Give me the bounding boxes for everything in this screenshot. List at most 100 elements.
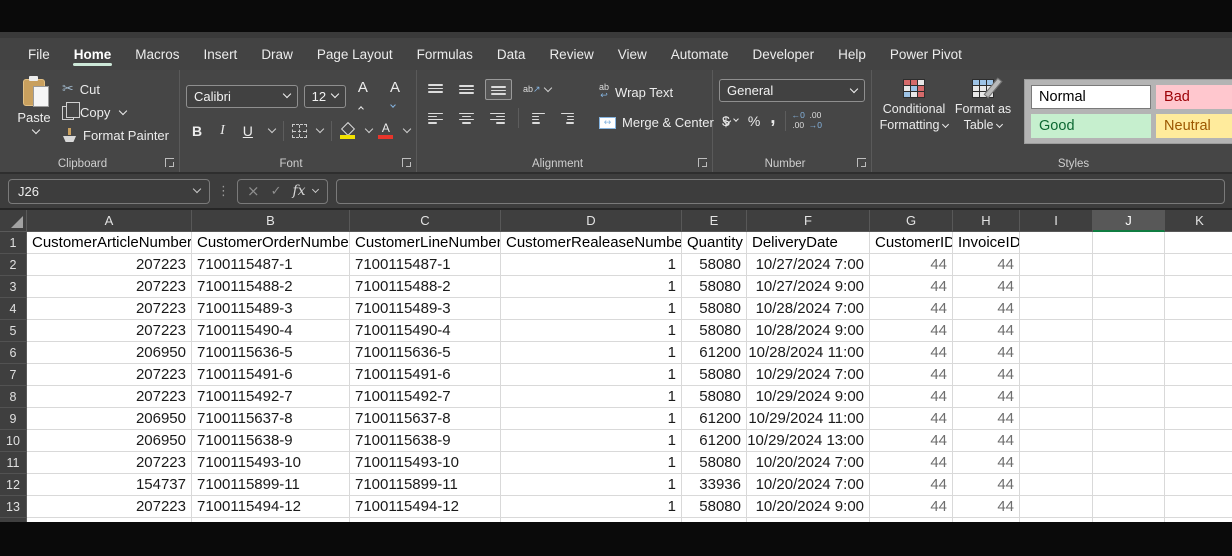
cell-I5[interactable] <box>1020 320 1093 342</box>
cell-B1[interactable]: CustomerOrderNumber <box>192 232 350 254</box>
number-format-select[interactable]: General <box>719 79 865 102</box>
excel-logo-icon[interactable]: X <box>14 8 33 27</box>
row-header-6[interactable]: 6 <box>0 342 27 364</box>
cell-A5[interactable]: 207223 <box>27 320 192 342</box>
cell-I1[interactable] <box>1020 232 1093 254</box>
cell-J7[interactable] <box>1093 364 1165 386</box>
cell-G11[interactable]: 44 <box>870 452 953 474</box>
cell-I8[interactable] <box>1020 386 1093 408</box>
cell-A1[interactable]: CustomerArticleNumber <box>27 232 192 254</box>
menu-tab-help[interactable]: Help <box>826 41 878 68</box>
copy-dropdown-chevron-icon[interactable] <box>119 106 127 114</box>
cell-A12[interactable]: 154737 <box>27 474 192 496</box>
cell-J12[interactable] <box>1093 474 1165 496</box>
cell-G[interactable] <box>870 540 953 556</box>
cell-D4[interactable]: 1 <box>501 298 682 320</box>
cell-H8[interactable]: 44 <box>953 386 1020 408</box>
increase-indent-button[interactable] <box>556 109 579 128</box>
cell-F[interactable] <box>747 540 870 556</box>
row-header-8[interactable]: 8 <box>0 386 27 408</box>
cell-D3[interactable]: 1 <box>501 276 682 298</box>
row-header-10[interactable]: 10 <box>0 430 27 452</box>
paste-dropdown-chevron-icon[interactable] <box>32 126 40 134</box>
cell-C9[interactable]: 7100115637-8 <box>350 408 501 430</box>
decrease-indent-button[interactable] <box>527 109 550 128</box>
cell-E9[interactable]: 61200 <box>682 408 747 430</box>
decrease-font-size-button[interactable]: A <box>384 79 410 113</box>
cell-F2[interactable]: 10/27/2024 7:00 <box>747 254 870 276</box>
cell-I6[interactable] <box>1020 342 1093 364</box>
row-header-9[interactable]: 9 <box>0 408 27 430</box>
cell-G3[interactable]: 44 <box>870 276 953 298</box>
cell-C3[interactable]: 7100115488-2 <box>350 276 501 298</box>
cell-D8[interactable]: 1 <box>501 386 682 408</box>
cell-C12[interactable]: 7100115899-11 <box>350 474 501 496</box>
cell-style-neutral[interactable]: Neutral <box>1156 114 1232 138</box>
cell-B5[interactable]: 7100115490-4 <box>192 320 350 342</box>
menu-tab-view[interactable]: View <box>606 41 659 68</box>
cell-I2[interactable] <box>1020 254 1093 276</box>
cell-K14[interactable] <box>1165 518 1232 540</box>
cell-D12[interactable]: 1 <box>501 474 682 496</box>
cell-E12[interactable]: 33936 <box>682 474 747 496</box>
menu-tab-file[interactable]: File <box>16 41 62 68</box>
underline-dropdown-chevron-icon[interactable] <box>268 125 276 133</box>
fx-dropdown-chevron-icon[interactable] <box>312 185 319 192</box>
format-as-table-button[interactable]: Format as Table <box>950 79 1016 133</box>
cell-F11[interactable]: 10/20/2024 7:00 <box>747 452 870 474</box>
menu-tab-data[interactable]: Data <box>485 41 538 68</box>
cell-B11[interactable]: 7100115493-10 <box>192 452 350 474</box>
cell-I7[interactable] <box>1020 364 1093 386</box>
row-header-4[interactable]: 4 <box>0 298 27 320</box>
cell-D[interactable] <box>501 540 682 556</box>
cell-D2[interactable]: 1 <box>501 254 682 276</box>
percent-style-button[interactable]: % <box>745 113 763 129</box>
cell-J1[interactable] <box>1093 232 1165 254</box>
borders-button[interactable] <box>292 124 307 138</box>
font-dialog-launcher[interactable] <box>402 158 411 167</box>
cell-G4[interactable]: 44 <box>870 298 953 320</box>
insert-function-button[interactable]: fx <box>292 183 305 199</box>
cell-style-normal[interactable]: Normal <box>1031 85 1151 109</box>
cell-B7[interactable]: 7100115491-6 <box>192 364 350 386</box>
number-dialog-launcher[interactable] <box>857 158 866 167</box>
column-header-F[interactable]: F <box>747 210 870 232</box>
cell-D6[interactable]: 1 <box>501 342 682 364</box>
cell-K7[interactable] <box>1165 364 1232 386</box>
cell-B13[interactable]: 7100115494-12 <box>192 496 350 518</box>
cell-A14[interactable]: 154737 <box>27 518 192 540</box>
cell-D11[interactable]: 1 <box>501 452 682 474</box>
cell-J2[interactable] <box>1093 254 1165 276</box>
format-painter-button[interactable]: Format Painter <box>58 126 173 145</box>
cell-H7[interactable]: 44 <box>953 364 1020 386</box>
cell-E7[interactable]: 58080 <box>682 364 747 386</box>
cell-K4[interactable] <box>1165 298 1232 320</box>
cell-A7[interactable]: 207223 <box>27 364 192 386</box>
cell-I12[interactable] <box>1020 474 1093 496</box>
cell-H6[interactable]: 44 <box>953 342 1020 364</box>
cell-C7[interactable]: 7100115491-6 <box>350 364 501 386</box>
cell-B14[interactable]: 7100115900-13 <box>192 518 350 540</box>
cell-I14[interactable] <box>1020 518 1093 540</box>
cell-H10[interactable]: 44 <box>953 430 1020 452</box>
cell-E4[interactable]: 58080 <box>682 298 747 320</box>
cell-D7[interactable]: 1 <box>501 364 682 386</box>
cell-I9[interactable] <box>1020 408 1093 430</box>
cell-G10[interactable]: 44 <box>870 430 953 452</box>
cell-D10[interactable]: 1 <box>501 430 682 452</box>
cell-C10[interactable]: 7100115638-9 <box>350 430 501 452</box>
menu-tab-page-layout[interactable]: Page Layout <box>305 41 405 68</box>
orientation-button[interactable]: ab↗ <box>518 82 556 98</box>
cancel-button[interactable]: × <box>247 182 260 200</box>
cell-C2[interactable]: 7100115487-1 <box>350 254 501 276</box>
menu-tab-macros[interactable]: Macros <box>123 41 191 68</box>
cell-F9[interactable]: 10/29/2024 11:00 <box>747 408 870 430</box>
cell-E6[interactable]: 61200 <box>682 342 747 364</box>
cell-C1[interactable]: CustomerLineNumber <box>350 232 501 254</box>
cell-J9[interactable] <box>1093 408 1165 430</box>
column-header-D[interactable]: D <box>501 210 682 232</box>
row-header-13[interactable]: 13 <box>0 496 27 518</box>
align-right-button[interactable] <box>485 109 510 128</box>
row-header-3[interactable]: 3 <box>0 276 27 298</box>
cell-K3[interactable] <box>1165 276 1232 298</box>
